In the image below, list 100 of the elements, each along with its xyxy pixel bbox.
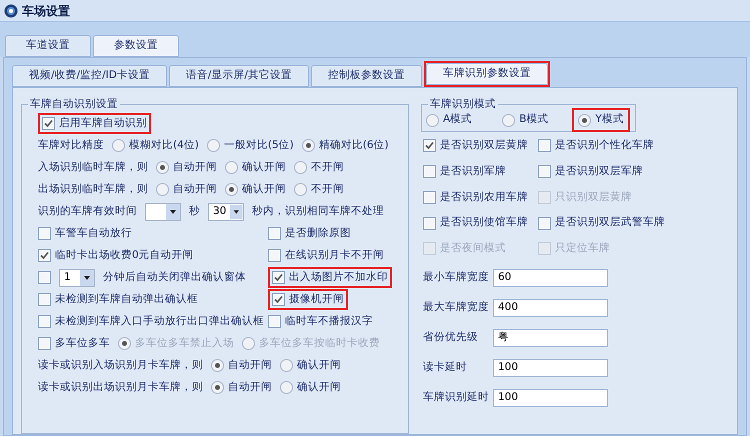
checkbox-label: 只定位车牌	[555, 241, 610, 256]
checkmark-icon	[274, 295, 283, 304]
field-label: 最大车牌宽度	[423, 300, 490, 315]
radio-label: 不开闸	[311, 160, 344, 175]
checkbox-label: 是否识别双层黄牌	[440, 138, 528, 153]
tab[interactable]: 参数设置	[93, 35, 179, 57]
radio-label: 确认开闸	[242, 160, 286, 175]
dropdown-value: 1	[64, 270, 71, 283]
row-label: 秒内，识别相同车牌不处理	[252, 204, 384, 219]
checkbox[interactable]	[423, 190, 436, 204]
radio-button[interactable]	[156, 161, 169, 174]
radio-button[interactable]	[502, 114, 516, 126]
radio-label: 多车位多车按临时卡收费	[259, 336, 380, 351]
radio-label: B模式	[519, 112, 548, 128]
checkbox[interactable]	[38, 271, 51, 284]
checkbox-label: 在线识别月卡不开闸	[285, 248, 384, 263]
radio-label: Y模式	[595, 112, 624, 128]
checkbox[interactable]	[538, 139, 551, 152]
checkbox[interactable]	[42, 117, 55, 130]
checkbox-label: 多车位多车	[55, 336, 110, 351]
checkbox-label: 是否删除原图	[285, 226, 351, 241]
input-field[interactable]: 粤	[493, 328, 608, 347]
checkbox[interactable]	[272, 293, 285, 306]
tab[interactable]: 车牌识别参数设置	[426, 63, 548, 85]
checkbox[interactable]	[268, 227, 281, 240]
checkbox-label: 临时卡出场收费0元自动开闸	[55, 248, 194, 263]
radio-label: 确认开闸	[242, 182, 286, 197]
radio-button[interactable]	[206, 139, 220, 152]
checkbox[interactable]	[268, 249, 281, 262]
radio-label: 自动开闸	[228, 358, 272, 373]
checkmark-icon	[44, 119, 53, 128]
radio-label: 模糊对比(4位)	[129, 138, 199, 153]
checkbox[interactable]	[268, 315, 281, 328]
checkbox-label: 未检测到车牌自动弹出确认框	[55, 292, 198, 307]
row-label: 识别的车牌有效时间	[38, 204, 137, 219]
checkbox[interactable]	[423, 165, 436, 178]
checkbox[interactable]	[423, 139, 436, 152]
caret-icon	[166, 204, 180, 220]
radio-button[interactable]	[211, 359, 224, 372]
checkbox-label: 摄像机开闸	[289, 292, 344, 307]
radio-button[interactable]	[280, 381, 293, 394]
checkbox-label: 是否识别军牌	[440, 164, 506, 179]
dropdown[interactable]	[145, 202, 181, 220]
input-field[interactable]: 100	[493, 358, 608, 377]
radio-label: 自动开闸	[173, 182, 217, 197]
tab[interactable]: 控制板参数设置	[310, 65, 422, 87]
radio-button[interactable]	[225, 183, 238, 196]
checkbox[interactable]	[38, 315, 51, 328]
checkbox[interactable]	[423, 216, 436, 230]
caret-icon	[80, 270, 94, 286]
checkbox[interactable]	[38, 249, 51, 262]
radio-label: A模式	[443, 112, 472, 128]
checkbox[interactable]	[538, 216, 551, 230]
radio-label: 不开闸	[311, 182, 344, 197]
checkbox-label: 是否识别双层军牌	[555, 164, 643, 179]
checkbox[interactable]	[272, 271, 285, 284]
dropdown-value: 30	[213, 204, 226, 217]
radio-button[interactable]	[280, 359, 293, 372]
tab[interactable]: 视频/收费/监控/ID卡设置	[12, 65, 167, 87]
radio-button[interactable]	[294, 183, 307, 196]
checkbox-label: 出入场图片不加水印	[289, 270, 388, 285]
radio-button[interactable]	[578, 114, 592, 126]
radio-button[interactable]	[426, 114, 439, 126]
checkbox-label: 是否识别双层武警车牌	[555, 215, 665, 230]
radio-label: 确认开闸	[297, 380, 341, 395]
checkbox[interactable]	[38, 293, 51, 306]
radio-button[interactable]	[112, 139, 125, 152]
radio-button[interactable]	[156, 183, 169, 196]
checkbox[interactable]	[538, 165, 551, 178]
checkbox-label: 未检测到车牌入口手动放行出口弹出确认框	[55, 314, 264, 329]
checkbox-label: 是否夜间模式	[440, 241, 506, 256]
window-title: 车场设置	[22, 2, 70, 20]
input-field[interactable]: 100	[493, 388, 608, 407]
checkbox-label: 是否识别使馆车牌	[440, 215, 528, 230]
row-label: 读卡或识别入场识别月卡车牌，则	[38, 358, 203, 373]
dropdown[interactable]: 30	[208, 202, 244, 220]
checkbox-label: 车警车自动放行	[55, 226, 132, 241]
radio-label: 一般对比(5位)	[224, 138, 294, 153]
field-label: 省份优先级	[423, 330, 479, 345]
radio-button[interactable]	[225, 161, 238, 174]
input-field[interactable]: 60	[493, 268, 608, 287]
checkmark-icon	[40, 251, 49, 260]
radio-label: 自动开闸	[228, 380, 272, 395]
field-label: 最小车牌宽度	[423, 270, 490, 285]
radio-button[interactable]	[302, 139, 315, 152]
checkbox-label: 是否识别个性化车牌	[555, 138, 654, 153]
checkmark-icon	[425, 141, 434, 150]
input-field[interactable]: 400	[493, 298, 608, 317]
radio-button[interactable]	[294, 161, 307, 174]
row-label: 读卡或识别出场识别月卡车牌，则	[38, 380, 203, 395]
radio-label: 确认开闸	[297, 358, 341, 373]
tab[interactable]: 车道设置	[5, 35, 91, 57]
checkbox[interactable]	[38, 227, 51, 240]
row-label: 分钟后自动关闭弹出确认窗体	[103, 270, 246, 285]
radio-button[interactable]	[211, 381, 224, 394]
checkbox-label: 临时车不播报汉字	[285, 314, 373, 329]
dropdown[interactable]: 1	[59, 268, 95, 286]
checkbox[interactable]	[38, 337, 51, 350]
tab[interactable]: 语音/显示屏/其它设置	[168, 65, 309, 87]
field-label: 读卡延时	[423, 360, 468, 375]
